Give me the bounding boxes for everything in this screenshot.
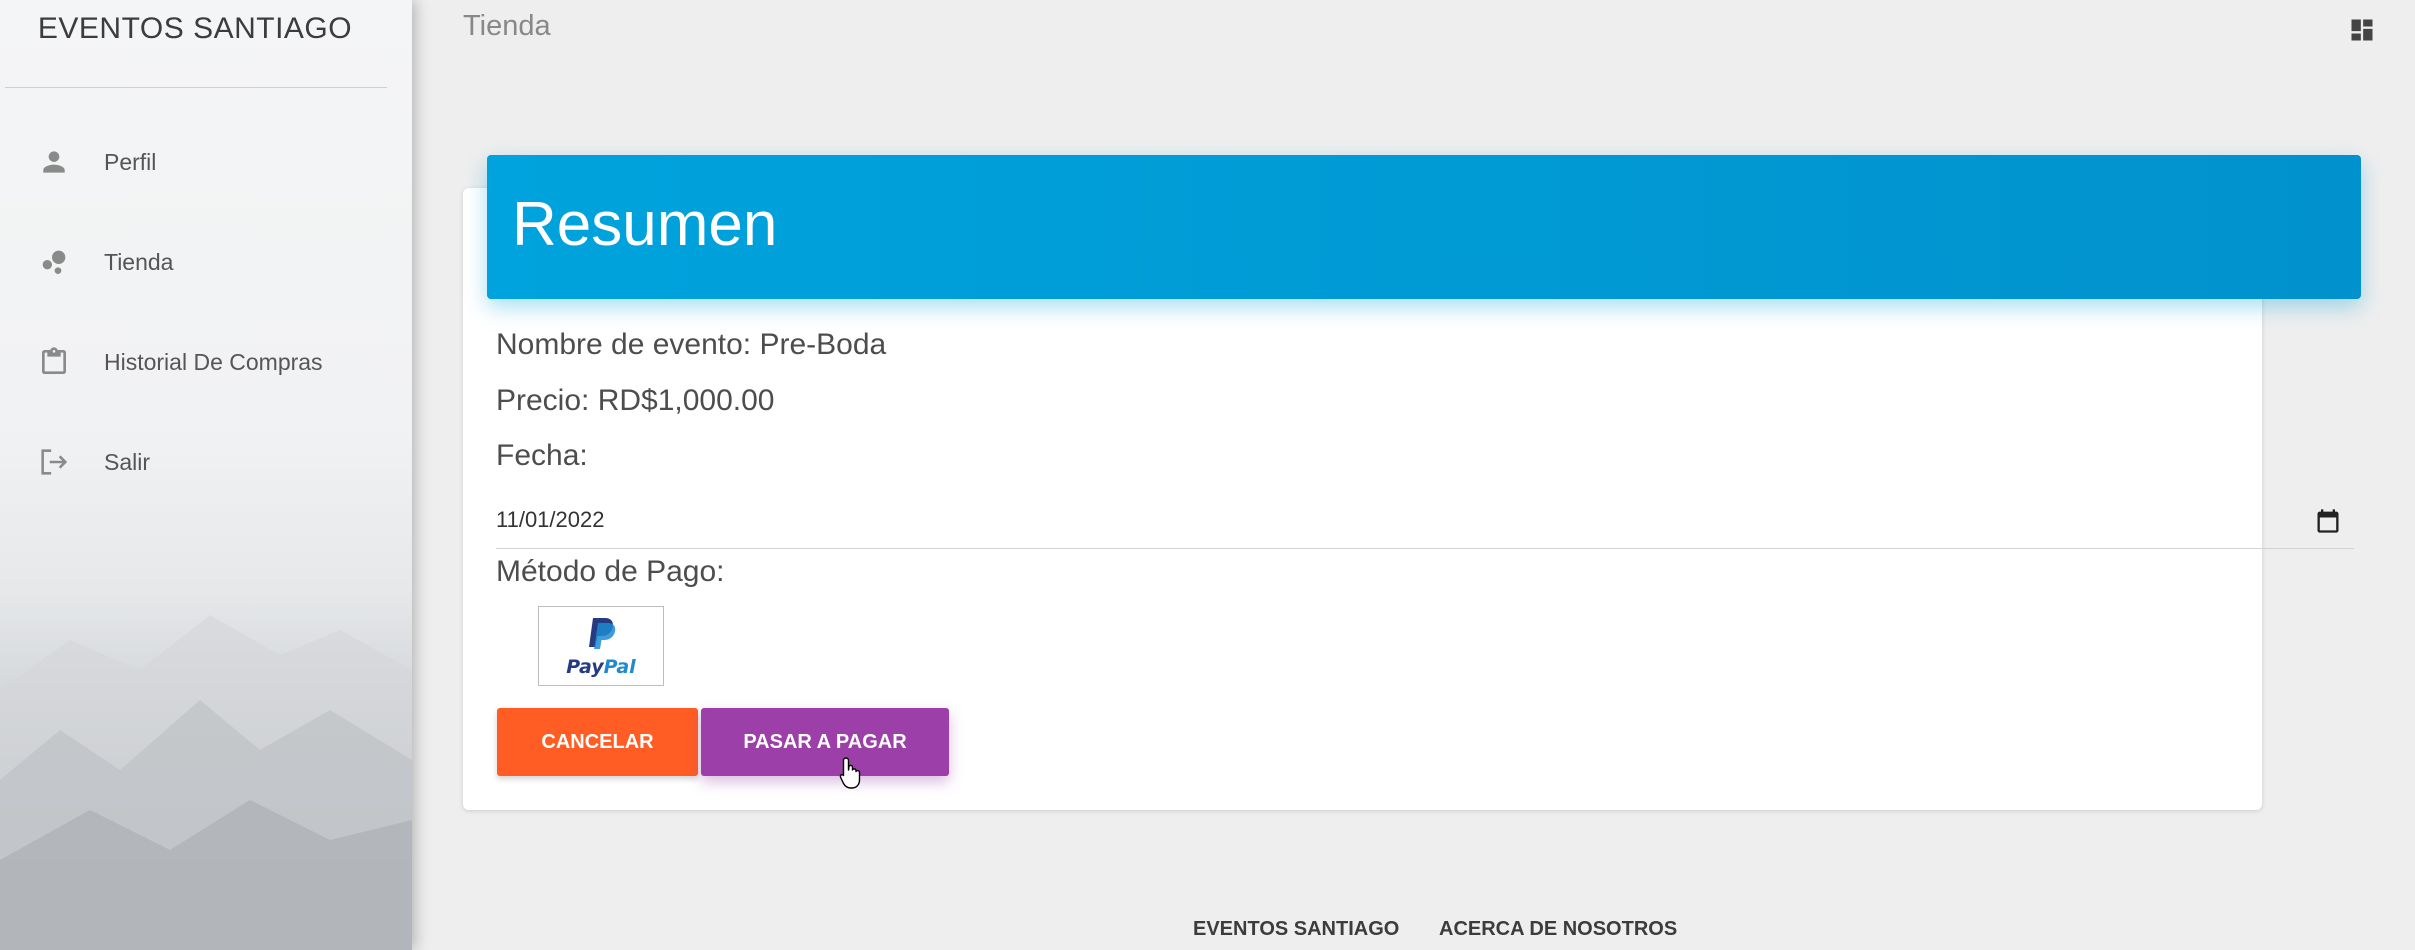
event-price: Precio: RD$1,000.00 [496, 384, 775, 417]
footer-link-eventos[interactable]: EVENTOS SANTIAGO [1193, 918, 1399, 941]
paypal-option[interactable]: PayPal [538, 606, 664, 686]
pay-button[interactable]: PASAR A PAGAR [701, 708, 949, 776]
dashboard-icon[interactable] [2348, 16, 2376, 44]
person-icon [36, 144, 72, 180]
card-header: Resumen [487, 155, 2361, 299]
brand-title[interactable]: EVENTOS SANTIAGO [0, 0, 390, 88]
exit-icon [36, 444, 72, 480]
clipboard-icon [36, 344, 72, 380]
calendar-icon[interactable] [2314, 507, 2342, 535]
payment-method-label: Método de Pago: [496, 555, 725, 588]
mountain-background [0, 615, 412, 950]
sidebar-item-label: Perfil [104, 148, 157, 175]
sidebar-item-label: Salir [104, 448, 151, 475]
footer-link-acerca[interactable]: ACERCA DE NOSOTROS [1439, 918, 1677, 941]
paypal-pal-text: Pal [603, 656, 636, 678]
card-title: Resumen [512, 190, 778, 259]
hand-cursor-icon [839, 757, 861, 789]
event-name: Nombre de evento: Pre-Boda [496, 328, 887, 361]
sidebar-item-label: Tienda [104, 248, 174, 275]
date-value: 11/01/2022 [496, 507, 605, 532]
sidebar: EVENTOS SANTIAGO Perfil Tienda Historial… [0, 0, 412, 950]
paypal-pay-text: Pay [566, 656, 604, 678]
cancel-button[interactable]: CANCELAR [497, 708, 698, 776]
sidebar-item-salir[interactable]: Salir [0, 432, 412, 492]
sidebar-item-historial[interactable]: Historial De Compras [0, 332, 412, 392]
date-field[interactable]: 11/01/2022 [496, 503, 2354, 549]
sidebar-item-label: Historial De Compras [104, 348, 323, 375]
paypal-logo-icon [589, 618, 616, 649]
brand-divider [5, 87, 387, 88]
bubble-chart-icon [36, 244, 72, 280]
date-label: Fecha: [496, 439, 588, 472]
sidebar-item-tienda[interactable]: Tienda [0, 232, 412, 292]
sidebar-item-perfil[interactable]: Perfil [0, 132, 412, 192]
page-title: Tienda [463, 10, 551, 42]
